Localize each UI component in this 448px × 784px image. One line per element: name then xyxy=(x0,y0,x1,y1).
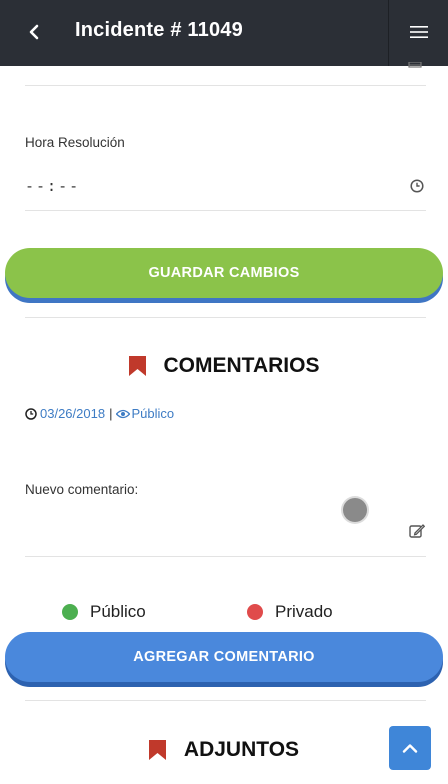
clock-icon[interactable] xyxy=(410,179,424,193)
radio-privado[interactable]: Privado xyxy=(247,602,333,622)
radio-privado-label: Privado xyxy=(275,602,333,621)
radio-publico-label: Público xyxy=(90,602,146,621)
clock-icon xyxy=(25,407,37,420)
bookmark-icon xyxy=(148,740,166,760)
app-header: Incidente # 11049 xyxy=(0,0,448,66)
comment-date: 03/26/2018 xyxy=(40,406,106,421)
header-divider xyxy=(388,0,389,66)
hora-resolucion-input[interactable]: --:-- xyxy=(25,177,80,195)
chevron-left-icon xyxy=(29,24,39,40)
save-changes-button[interactable]: GUARDAR CAMBIOS xyxy=(5,248,443,298)
chevron-up-icon xyxy=(402,744,418,753)
hamburger-menu-icon xyxy=(410,26,428,38)
section-divider xyxy=(25,700,426,701)
add-comment-button[interactable]: AGREGAR COMENTARIO xyxy=(5,632,443,682)
radio-dot-red xyxy=(247,604,263,620)
date-field-underline xyxy=(25,85,426,86)
eye-icon xyxy=(116,409,131,418)
new-comment-underline xyxy=(25,556,426,557)
section-divider xyxy=(25,317,426,318)
hora-resolucion-underline xyxy=(25,210,426,211)
calendar-icon[interactable] xyxy=(408,62,422,68)
hora-resolucion-label: Hora Resolución xyxy=(25,135,125,150)
bookmark-icon xyxy=(128,356,146,376)
page-title: Incidente # 11049 xyxy=(75,19,243,41)
page-content: Hora Resolución --:-- GUARDAR CAMBIOS CO… xyxy=(0,62,448,784)
radio-publico[interactable]: Público xyxy=(62,602,146,622)
attachments-section-title: ADJUNTOS xyxy=(0,738,448,762)
comment-visibility: Público xyxy=(131,406,175,421)
meta-separator: | xyxy=(109,406,113,421)
edit-icon[interactable] xyxy=(409,524,425,538)
scroll-to-top-button[interactable] xyxy=(389,726,431,770)
back-button[interactable] xyxy=(22,20,46,44)
attachments-title-text: ADJUNTOS xyxy=(183,738,300,761)
date-field-partial[interactable] xyxy=(25,66,426,86)
loading-spinner xyxy=(343,498,367,522)
comment-entry-meta: 03/26/2018 | Público xyxy=(25,406,174,421)
radio-dot-green xyxy=(62,604,78,620)
new-comment-label: Nuevo comentario: xyxy=(25,482,139,497)
comments-section-title: COMENTARIOS xyxy=(0,354,448,378)
menu-button[interactable] xyxy=(400,18,438,46)
date-field-value-fragment xyxy=(25,58,115,62)
comments-title-text: COMENTARIOS xyxy=(163,354,320,377)
